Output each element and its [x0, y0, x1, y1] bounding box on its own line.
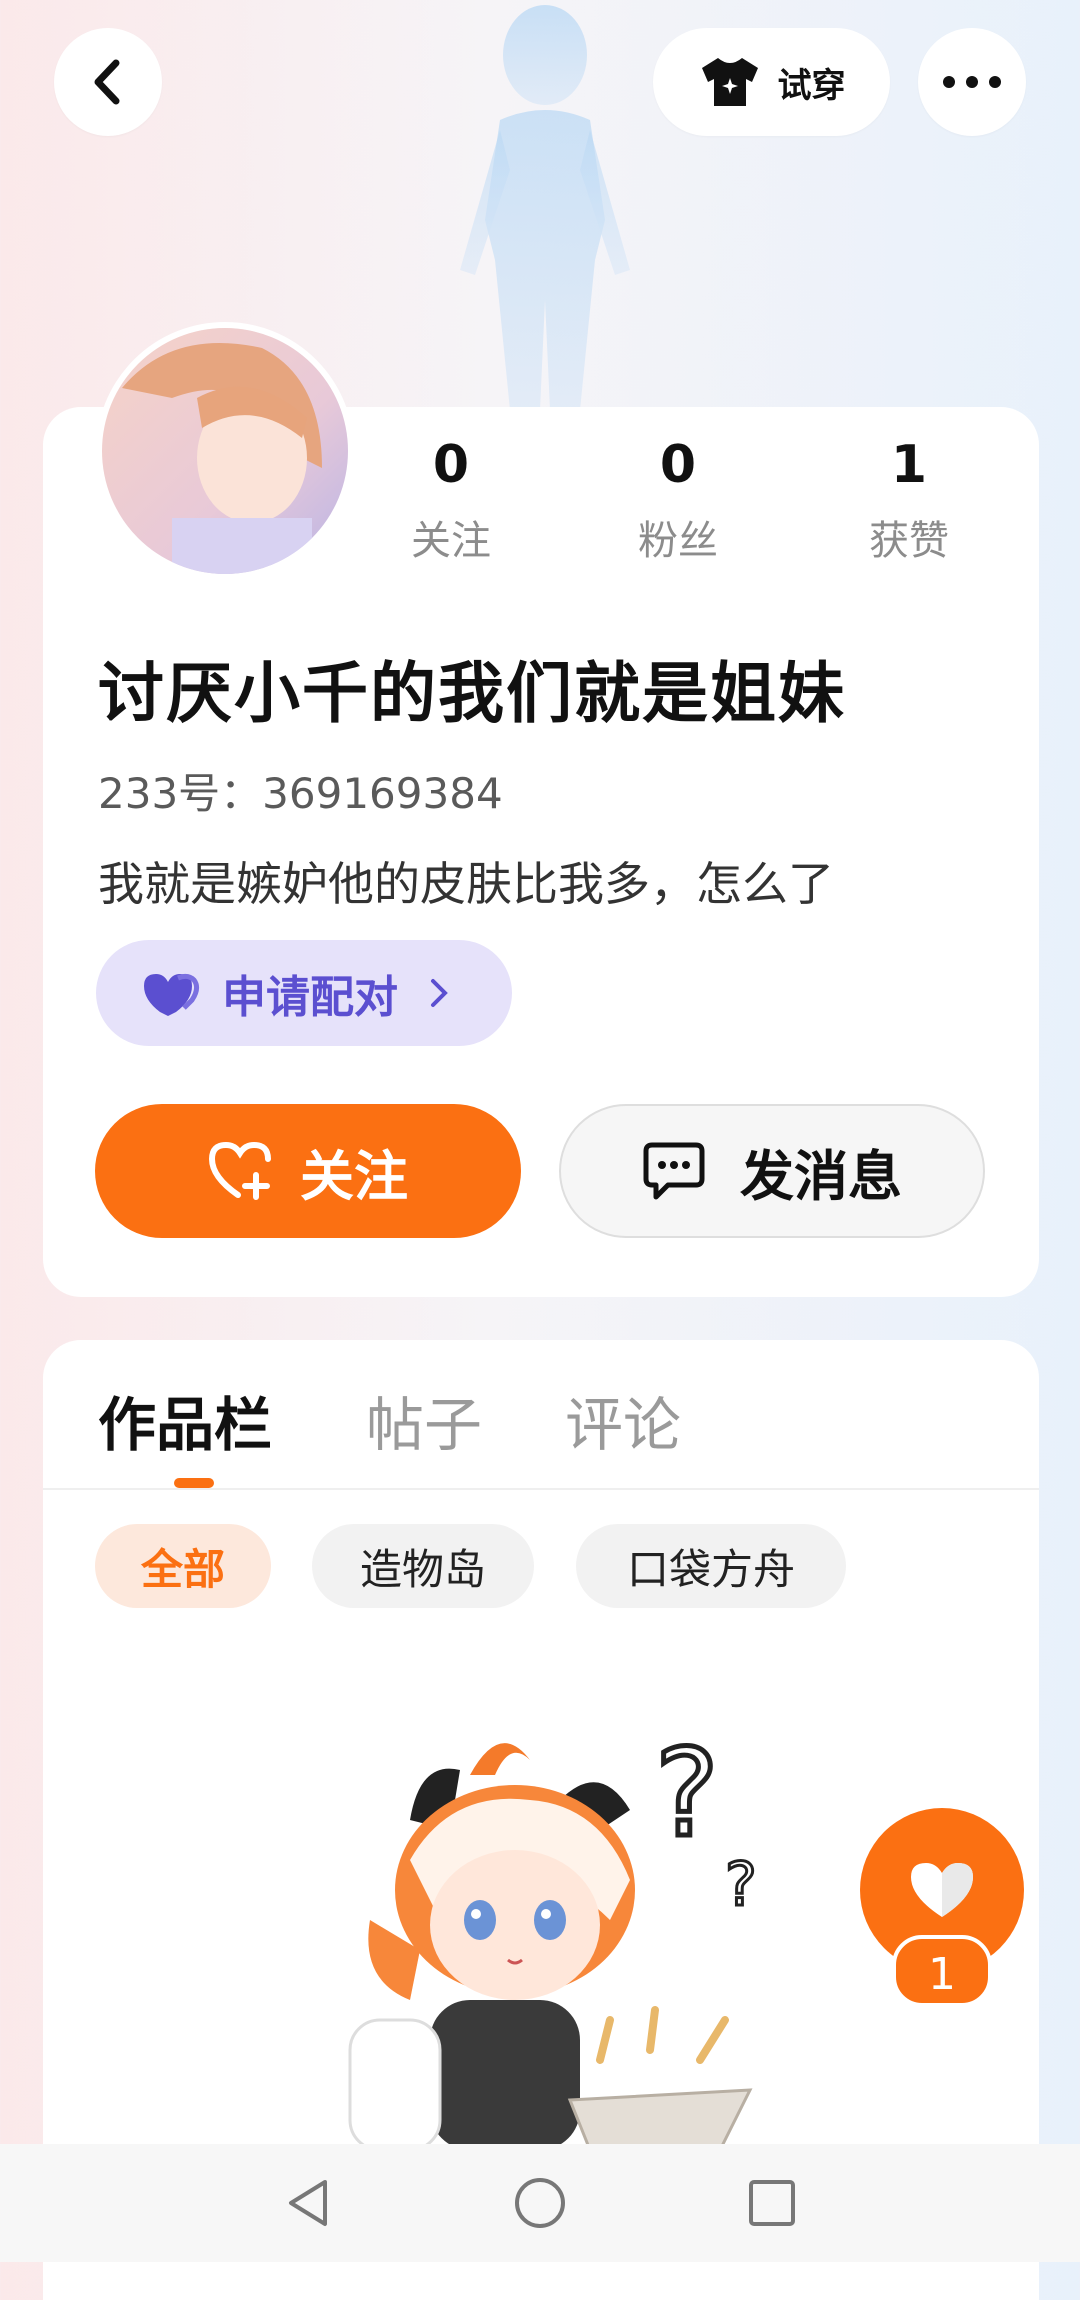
stat-followers-label: 粉丝	[638, 518, 718, 564]
svg-text:?: ?	[655, 1725, 719, 1864]
chat-icon	[643, 1142, 705, 1200]
avatar-3d-figure	[460, 5, 630, 410]
apply-pair-label: 申请配对	[222, 972, 398, 1023]
filter-all[interactable]: 全部	[95, 1524, 271, 1608]
nav-recents-icon[interactable]	[747, 2178, 797, 2228]
stat-following-label: 关注	[411, 518, 491, 564]
shirt-icon	[701, 58, 758, 106]
send-message-button[interactable]: 发消息	[559, 1104, 985, 1238]
tabs-divider	[43, 1488, 1039, 1490]
filter-creation-island[interactable]: 造物岛	[312, 1524, 534, 1608]
empty-state-mascot: ? ?	[348, 1723, 758, 2150]
heart-icon	[144, 973, 200, 1016]
stat-following-count: 0	[432, 435, 470, 495]
send-message-label: 发消息	[740, 1144, 902, 1208]
filter-pocket-ark[interactable]: 口袋方舟	[576, 1524, 846, 1608]
try-on-label: 试穿	[777, 65, 846, 106]
heart-plus-icon	[208, 1141, 271, 1200]
try-on-button[interactable]: 试穿	[653, 28, 890, 136]
system-navigation-bar	[0, 2144, 1080, 2262]
stat-likes-count: 1	[890, 435, 928, 495]
follow-label: 关注	[300, 1144, 408, 1208]
svg-text:?: ?	[725, 1850, 757, 1920]
back-icon	[94, 59, 120, 105]
nav-back-icon[interactable]	[283, 2176, 333, 2230]
nav-home-icon[interactable]	[513, 2176, 567, 2230]
user-id: 233号：369169384	[98, 769, 503, 818]
avatar[interactable]	[96, 322, 354, 580]
nickname: 讨厌小千的我们就是姐妹	[98, 655, 846, 732]
follow-button[interactable]: 关注	[95, 1104, 521, 1238]
tab-works[interactable]: 作品栏	[98, 1378, 272, 1462]
tab-posts[interactable]: 帖子	[366, 1378, 482, 1462]
stat-likes-label: 获赞	[869, 518, 949, 564]
tab-comments[interactable]: 评论	[565, 1378, 681, 1462]
like-count-badge: 1	[892, 1935, 992, 2007]
stat-followers-count: 0	[659, 435, 697, 495]
stat-likes[interactable]: 1 获赞	[829, 430, 989, 566]
apply-pair-button[interactable]: 申请配对	[96, 940, 512, 1046]
stat-followers[interactable]: 0 粉丝	[598, 430, 758, 566]
avatar-image	[102, 328, 348, 574]
bio: 我就是嫉妒他的皮肤比我多，怎么了	[98, 857, 834, 911]
chevron-right-icon	[431, 979, 448, 1007]
more-button[interactable]	[918, 28, 1026, 136]
more-icon	[943, 76, 1001, 88]
tab-active-indicator	[174, 1478, 214, 1488]
heart-icon	[911, 1863, 973, 1917]
back-button[interactable]	[54, 28, 162, 136]
stat-following[interactable]: 0 关注	[371, 430, 531, 566]
